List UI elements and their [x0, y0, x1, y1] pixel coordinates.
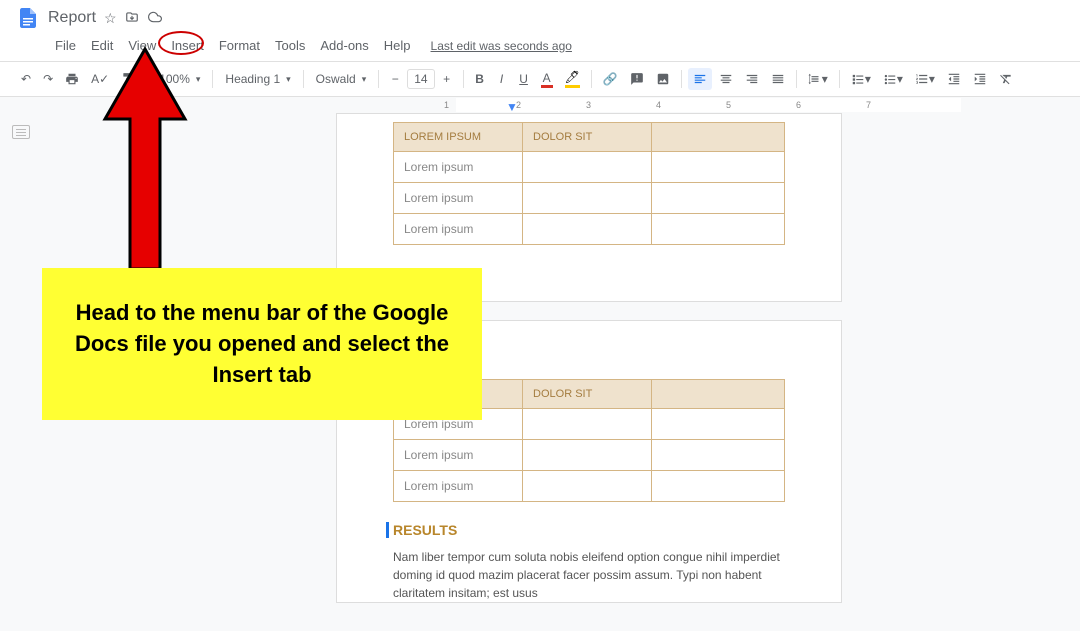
ruler-mark: 2: [516, 100, 521, 110]
print-button[interactable]: [60, 68, 84, 90]
line-spacing-button[interactable]: ▾: [803, 68, 833, 90]
body-paragraph[interactable]: Nam liber tempor cum soluta nobis eleife…: [393, 548, 785, 602]
text-color-button[interactable]: A: [536, 67, 558, 92]
table-row[interactable]: Lorem ipsum: [394, 183, 785, 214]
ruler-mark: 1: [444, 100, 449, 110]
document-table[interactable]: LOREM IPSUM DOLOR SIT Lorem ipsum Lorem …: [393, 122, 785, 245]
table-header[interactable]: LOREM IPSUM: [394, 123, 523, 152]
ruler-mark: 5: [726, 100, 731, 110]
align-center-button[interactable]: [714, 68, 738, 90]
last-edit-link[interactable]: Last edit was seconds ago: [431, 39, 572, 53]
results-heading[interactable]: RESULTS: [386, 522, 785, 538]
style-dropdown[interactable]: Heading 1: [219, 69, 296, 89]
menu-format[interactable]: Format: [212, 34, 267, 57]
annotation-arrow: [100, 44, 190, 279]
table-header[interactable]: [652, 380, 785, 409]
highlight-button[interactable]: 🖊: [560, 66, 585, 92]
cloud-status-icon[interactable]: [147, 10, 163, 27]
font-size-input[interactable]: 14: [407, 69, 434, 89]
undo-button[interactable]: ↶: [16, 68, 36, 90]
checklist-button[interactable]: ▾: [846, 68, 876, 90]
table-row[interactable]: Lorem ipsum: [394, 440, 785, 471]
table-row[interactable]: Lorem ipsum: [394, 214, 785, 245]
align-right-button[interactable]: [740, 68, 764, 90]
docs-logo-icon[interactable]: [16, 6, 40, 30]
document-title[interactable]: Report: [48, 9, 96, 27]
align-left-button[interactable]: [688, 68, 712, 90]
table-header[interactable]: DOLOR SIT: [523, 123, 652, 152]
insert-comment-button[interactable]: [625, 68, 649, 90]
decrease-indent-button[interactable]: [942, 68, 966, 90]
redo-button[interactable]: ↷: [38, 68, 58, 90]
bold-button[interactable]: B: [470, 68, 490, 90]
move-folder-icon[interactable]: [125, 10, 139, 27]
menu-tools[interactable]: Tools: [268, 34, 312, 57]
bulleted-list-button[interactable]: ▾: [878, 68, 908, 90]
underline-button[interactable]: U: [514, 68, 534, 90]
ruler-mark: 4: [656, 100, 661, 110]
ruler-mark: 3: [586, 100, 591, 110]
table-row[interactable]: Lorem ipsum: [394, 152, 785, 183]
italic-button[interactable]: I: [492, 68, 512, 90]
align-justify-button[interactable]: [766, 68, 790, 90]
ruler-mark: 6: [796, 100, 801, 110]
table-row[interactable]: Lorem ipsum: [394, 471, 785, 502]
menu-addons[interactable]: Add-ons: [313, 34, 375, 57]
insert-link-button[interactable]: 🔗: [598, 68, 623, 90]
increase-font-button[interactable]: +: [437, 68, 457, 90]
numbered-list-button[interactable]: ▾: [910, 68, 940, 90]
increase-indent-button[interactable]: [968, 68, 992, 90]
menu-help[interactable]: Help: [377, 34, 418, 57]
insert-image-button[interactable]: [651, 68, 675, 90]
font-dropdown[interactable]: Oswald: [310, 69, 373, 89]
instruction-callout: Head to the menu bar of the Google Docs …: [42, 268, 482, 420]
ruler-mark: 7: [866, 100, 871, 110]
table-header[interactable]: [652, 123, 785, 152]
star-icon[interactable]: ☆: [104, 10, 117, 27]
outline-toggle-icon[interactable]: [12, 125, 30, 139]
decrease-font-button[interactable]: −: [385, 68, 405, 90]
clear-formatting-button[interactable]: [994, 68, 1018, 90]
menu-file[interactable]: File: [48, 34, 83, 57]
table-header[interactable]: DOLOR SIT: [523, 380, 652, 409]
